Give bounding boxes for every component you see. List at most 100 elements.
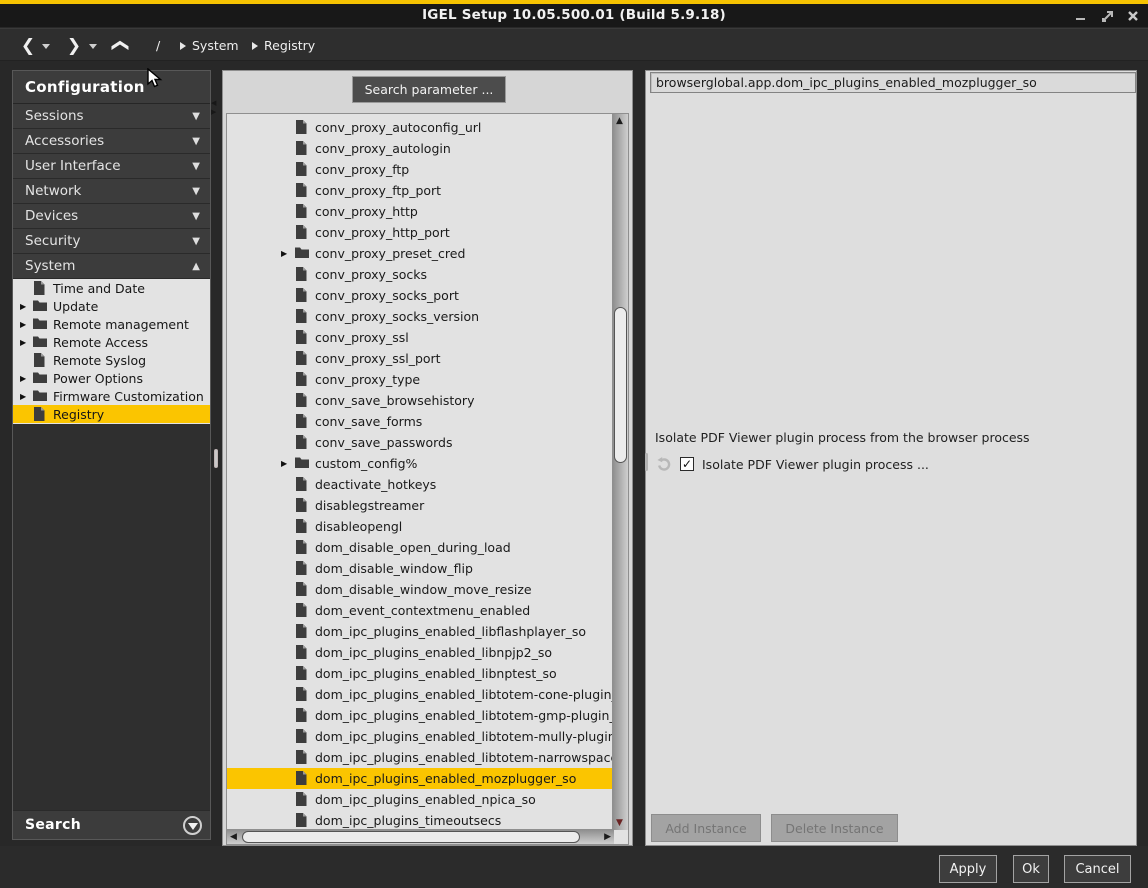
sidebar-section-devices[interactable]: Devices▼ [13,204,210,229]
parameter-item-conv_proxy_socks_port[interactable]: conv_proxy_socks_port [227,285,614,306]
parameter-item-conv_proxy_ssl[interactable]: conv_proxy_ssl [227,327,614,348]
scroll-down-icon[interactable]: ▼ [616,818,623,828]
parameter-item-conv_proxy_autoconfig_url[interactable]: conv_proxy_autoconfig_url [227,117,614,138]
breadcrumb-item-system[interactable]: System [180,29,239,62]
parameter-item-conv_proxy_socks[interactable]: conv_proxy_socks [227,264,614,285]
parameter-item-conv_save_browsehistory[interactable]: conv_save_browsehistory [227,390,614,411]
scroll-up-icon[interactable]: ▲ [616,116,623,126]
tree-item-firmware-customization[interactable]: ▶ Firmware Customization [13,387,210,405]
parameter-item-conv_proxy_socks_version[interactable]: conv_proxy_socks_version [227,306,614,327]
isolate-pdf-checkbox[interactable]: ✓ [680,457,694,471]
scroll-left-icon[interactable]: ◀ [230,832,237,842]
expand-arrow-icon[interactable]: ▶ [20,302,26,311]
folder-icon [295,246,309,258]
parameter-item-conv_save_passwords[interactable]: conv_save_passwords [227,432,614,453]
search-expand-icon[interactable] [183,816,202,835]
expand-arrow-icon[interactable]: ▶ [20,320,26,329]
parameter-item-dom_ipc_plugins_enabled_libflashplayer_so[interactable]: dom_ipc_plugins_enabled_libflashplayer_s… [227,621,614,642]
parameter-item-conv_proxy_ssl_port[interactable]: conv_proxy_ssl_port [227,348,614,369]
delete-instance-button[interactable]: Delete Instance [771,814,898,842]
parameter-item-conv_save_forms[interactable]: conv_save_forms [227,411,614,432]
parameter-item-custom_config%[interactable]: ▶ custom_config% [227,453,614,474]
parameter-item-dom_ipc_plugins_timeoutsecs[interactable]: dom_ipc_plugins_timeoutsecs [227,810,614,831]
splitter-collapse-icons[interactable]: ◀▶ [211,99,216,117]
parameter-item-conv_proxy_preset_cred[interactable]: ▶ conv_proxy_preset_cred [227,243,614,264]
tree-item-power-options[interactable]: ▶ Power Options [13,369,210,387]
parameter-item-label: deactivate_hotkeys [315,477,436,492]
forward-history-dropdown-icon[interactable] [89,44,97,49]
parameter-item-dom_ipc_plugins_enabled_npica_so[interactable]: dom_ipc_plugins_enabled_npica_so [227,789,614,810]
sidebar-section-sessions[interactable]: Sessions▼ [13,104,210,129]
add-instance-button[interactable]: Add Instance [651,814,761,842]
cancel-button[interactable]: Cancel [1064,855,1131,883]
breadcrumb-item-registry[interactable]: Registry [252,29,315,62]
title-bar[interactable]: IGEL Setup 10.05.500.01 (Build 5.9.18) [0,4,1148,27]
parameter-item-dom_ipc_plugins_enabled_libtotem-cone-plugin_s[interactable]: dom_ipc_plugins_enabled_libtotem-cone-pl… [227,684,614,705]
parameter-item-disablegstreamer[interactable]: disablegstreamer [227,495,614,516]
back-button[interactable]: ❮ [18,29,38,62]
tree-item-update[interactable]: ▶ Update [13,297,210,315]
parameter-item-conv_proxy_type[interactable]: conv_proxy_type [227,369,614,390]
parameter-item-disableopengl[interactable]: disableopengl [227,516,614,537]
restore-button[interactable] [1100,9,1114,23]
apply-button[interactable]: Apply [939,855,997,883]
parameter-item-conv_proxy_autologin[interactable]: conv_proxy_autologin [227,138,614,159]
page-icon [295,330,307,344]
parameter-item-label: dom_ipc_plugins_enabled_libnptest_so [315,666,557,681]
sidebar-search-section[interactable]: Search [13,810,210,839]
sidebar-section-accessories[interactable]: Accessories▼ [13,129,210,154]
parameter-item-label: dom_ipc_plugins_enabled_libtotem-mully-p… [315,729,614,744]
close-icon [1127,10,1139,22]
expand-arrow-icon[interactable]: ▶ [281,459,287,468]
expand-arrow-icon[interactable]: ▶ [281,249,287,258]
page-icon [295,225,307,239]
sidebar-section-system[interactable]: System▲ [13,254,210,279]
sidebar-section-user-interface[interactable]: User Interface▼ [13,154,210,179]
parameter-item-dom_ipc_plugins_enabled_libnpjp2_so[interactable]: dom_ipc_plugins_enabled_libnpjp2_so [227,642,614,663]
minimize-button[interactable] [1074,9,1088,23]
page-icon [295,750,307,764]
expand-arrow-icon[interactable]: ▶ [20,338,26,347]
parameter-item-dom_ipc_plugins_enabled_mozplugger_so[interactable]: dom_ipc_plugins_enabled_mozplugger_so [227,768,614,789]
parameter-item-dom_ipc_plugins_enabled_libtotem-mully-plugin_s[interactable]: dom_ipc_plugins_enabled_libtotem-mully-p… [227,726,614,747]
chevron-right-icon: ❯ [67,36,81,56]
horizontal-scrollbar-thumb[interactable] [242,831,580,843]
tree-item-remote-access[interactable]: ▶ Remote Access [13,333,210,351]
back-history-dropdown-icon[interactable] [42,44,50,49]
parameter-item-dom_disable_open_during_load[interactable]: dom_disable_open_during_load [227,537,614,558]
tree-item-label: Remote Syslog [53,353,146,368]
scroll-right-icon[interactable]: ▶ [604,832,611,842]
splitter-handle[interactable] [214,449,218,468]
sidebar-section-network[interactable]: Network▼ [13,179,210,204]
vertical-scrollbar[interactable]: ▲ ▼ [612,114,628,830]
parameter-item-dom_ipc_plugins_enabled_libtotem-gmp-plugin_so[interactable]: dom_ipc_plugins_enabled_libtotem-gmp-plu… [227,705,614,726]
breadcrumb-root[interactable]: / [156,38,160,53]
parameter-item-conv_proxy_http_port[interactable]: conv_proxy_http_port [227,222,614,243]
tree-item-remote-management[interactable]: ▶ Remote management [13,315,210,333]
parameter-item-label: conv_proxy_ftp [315,162,409,177]
parameter-item-conv_proxy_ftp_port[interactable]: conv_proxy_ftp_port [227,180,614,201]
parameter-item-deactivate_hotkeys[interactable]: deactivate_hotkeys [227,474,614,495]
parameter-item-conv_proxy_ftp[interactable]: conv_proxy_ftp [227,159,614,180]
parameter-item-dom_disable_window_move_resize[interactable]: dom_disable_window_move_resize [227,579,614,600]
ok-button[interactable]: Ok [1013,855,1049,883]
search-parameter-button[interactable]: Search parameter ... [352,76,506,103]
parameter-item-dom_disable_window_flip[interactable]: dom_disable_window_flip [227,558,614,579]
sidebar-section-security[interactable]: Security▼ [13,229,210,254]
close-button[interactable] [1126,9,1140,23]
parameter-item-dom_event_contextmenu_enabled[interactable]: dom_event_contextmenu_enabled [227,600,614,621]
parameter-item-label: dom_ipc_plugins_enabled_npica_so [315,792,536,807]
tree-item-registry[interactable]: Registry [13,405,210,423]
expand-arrow-icon[interactable]: ▶ [20,374,26,383]
tree-item-time-and-date[interactable]: Time and Date [13,279,210,297]
up-button[interactable]: ❮ [105,36,138,56]
parameter-path-field[interactable]: browserglobal.app.dom_ipc_plugins_enable… [650,72,1136,93]
tree-item-remote-syslog[interactable]: Remote Syslog [13,351,210,369]
forward-button[interactable]: ❯ [64,29,84,62]
expand-arrow-icon[interactable]: ▶ [20,392,26,401]
parameter-item-dom_ipc_plugins_enabled_libtotem-narrowspace-[interactable]: dom_ipc_plugins_enabled_libtotem-narrows… [227,747,614,768]
parameter-item-conv_proxy_http[interactable]: conv_proxy_http [227,201,614,222]
vertical-scrollbar-thumb[interactable] [614,307,627,463]
parameter-item-dom_ipc_plugins_enabled_libnptest_so[interactable]: dom_ipc_plugins_enabled_libnptest_so [227,663,614,684]
horizontal-scrollbar[interactable]: ◀ ▶ [227,829,614,844]
